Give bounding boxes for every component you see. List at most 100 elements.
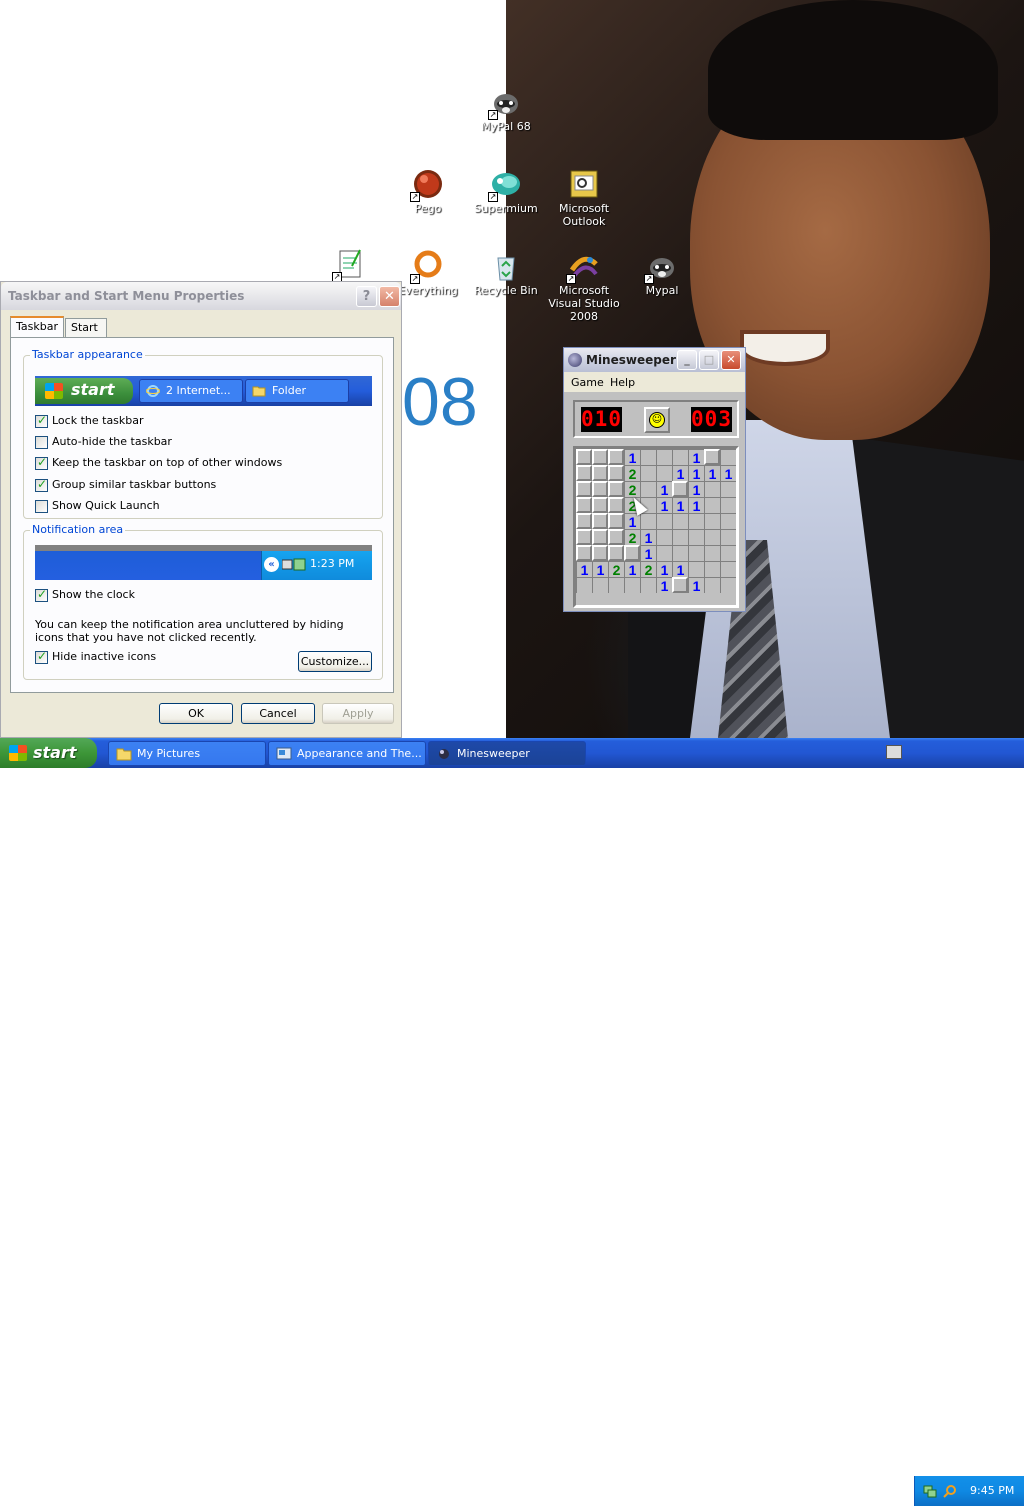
mine-cell-open[interactable] bbox=[704, 529, 720, 545]
mine-cell-open[interactable]: 1 bbox=[624, 561, 640, 578]
mine-cell-covered[interactable] bbox=[608, 529, 624, 545]
mine-cell-open[interactable] bbox=[624, 577, 640, 593]
keep-on-top-checkbox[interactable]: ✓ bbox=[35, 455, 48, 470]
mine-cell-open[interactable] bbox=[640, 465, 656, 481]
mine-cell-covered[interactable] bbox=[576, 465, 592, 481]
maximize-button[interactable]: □ bbox=[699, 350, 719, 370]
mine-cell-covered[interactable] bbox=[592, 497, 608, 513]
mine-cell-open[interactable]: 1 bbox=[640, 545, 656, 562]
minesweeper-titlebar[interactable]: Minesweeper _ □ ✕ bbox=[564, 348, 745, 372]
mine-cell-open[interactable] bbox=[656, 545, 672, 561]
mine-cell-covered[interactable] bbox=[608, 465, 624, 481]
task-button-my-pictures[interactable]: My Pictures bbox=[108, 741, 266, 766]
mine-cell-covered[interactable] bbox=[704, 449, 720, 465]
mine-cell-open[interactable] bbox=[688, 513, 704, 529]
ok-button[interactable]: OK bbox=[159, 703, 233, 724]
mine-cell-open[interactable]: 1 bbox=[688, 497, 704, 514]
keyboard-icon[interactable] bbox=[886, 745, 902, 759]
mine-cell-open[interactable] bbox=[656, 529, 672, 545]
mine-cell-open[interactable] bbox=[640, 481, 656, 497]
auto-hide-checkbox[interactable] bbox=[35, 436, 48, 449]
hide-inactive-checkbox[interactable]: ✓ bbox=[35, 649, 48, 664]
tab-start-menu[interactable]: Start Menu bbox=[65, 318, 108, 352]
mine-cell-open[interactable] bbox=[704, 561, 720, 577]
reset-face-button[interactable]: ☺ bbox=[644, 407, 670, 433]
minimize-button[interactable]: _ bbox=[677, 350, 697, 370]
mine-cell-open[interactable] bbox=[672, 545, 688, 561]
mine-cell-covered[interactable] bbox=[592, 513, 608, 529]
mine-cell-open[interactable]: 2 bbox=[608, 561, 624, 578]
mine-cell-open[interactable] bbox=[592, 577, 608, 593]
mine-cell-open[interactable] bbox=[576, 577, 592, 593]
close-button[interactable]: ✕ bbox=[721, 350, 741, 370]
desktop-icon-supermium[interactable]: ↗ Supermium bbox=[466, 168, 546, 215]
mine-cell-open[interactable]: 1 bbox=[624, 449, 640, 466]
mine-cell-open[interactable]: 1 bbox=[592, 561, 608, 578]
mine-cell-open[interactable]: 1 bbox=[656, 577, 672, 594]
mine-cell-open[interactable]: 1 bbox=[688, 465, 704, 482]
search-icon[interactable] bbox=[943, 1484, 957, 1498]
group-similar-checkbox[interactable]: ✓ bbox=[35, 477, 48, 492]
close-button[interactable]: ✕ bbox=[379, 286, 400, 307]
mine-cell-covered[interactable] bbox=[608, 449, 624, 465]
mine-cell-open[interactable] bbox=[656, 513, 672, 529]
mine-cell-covered[interactable] bbox=[608, 513, 624, 529]
mine-cell-covered[interactable] bbox=[624, 545, 640, 561]
mine-cell-open[interactable] bbox=[720, 545, 736, 561]
mine-cell-covered[interactable] bbox=[592, 481, 608, 497]
tab-taskbar[interactable]: Taskbar bbox=[10, 316, 64, 338]
mine-cell-open[interactable] bbox=[720, 449, 736, 465]
mine-cell-covered[interactable] bbox=[576, 449, 592, 465]
mine-cell-open[interactable] bbox=[656, 449, 672, 465]
mine-cell-covered[interactable] bbox=[672, 481, 688, 497]
desktop-icon-mypal[interactable]: ↗ Mypal bbox=[622, 250, 702, 297]
mine-cell-open[interactable] bbox=[672, 529, 688, 545]
quick-launch-checkbox[interactable] bbox=[35, 500, 48, 513]
mine-cell-covered[interactable] bbox=[576, 497, 592, 513]
mine-cell-covered[interactable] bbox=[576, 529, 592, 545]
mine-cell-open[interactable] bbox=[720, 513, 736, 529]
mine-cell-open[interactable] bbox=[720, 481, 736, 497]
customize-button[interactable]: Customize... bbox=[298, 651, 372, 672]
mine-cell-open[interactable] bbox=[704, 545, 720, 561]
mine-cell-covered[interactable] bbox=[576, 481, 592, 497]
mine-cell-open[interactable]: 2 bbox=[624, 529, 640, 546]
desktop-icon-visual-studio[interactable]: ↗ Microsoft Visual Studio 2008 bbox=[544, 250, 624, 323]
start-button[interactable]: start bbox=[0, 738, 97, 768]
mine-cell-open[interactable]: 1 bbox=[688, 481, 704, 498]
desktop-icon-recycle-bin[interactable]: Recycle Bin bbox=[466, 250, 546, 297]
dialog-titlebar[interactable]: Taskbar and Start Menu Properties ? ✕ bbox=[1, 282, 401, 310]
mine-cell-covered[interactable] bbox=[672, 577, 688, 593]
mine-cell-covered[interactable] bbox=[608, 545, 624, 561]
lock-taskbar-checkbox[interactable]: ✓ bbox=[35, 413, 48, 428]
mine-cell-open[interactable] bbox=[688, 561, 704, 577]
mine-cell-open[interactable] bbox=[608, 577, 624, 593]
mine-cell-open[interactable] bbox=[704, 577, 720, 593]
mine-cell-open[interactable]: 1 bbox=[656, 481, 672, 498]
mine-cell-open[interactable]: 1 bbox=[704, 465, 720, 482]
clock[interactable]: 9:45 PM bbox=[970, 1484, 1014, 1497]
show-clock-checkbox[interactable]: ✓ bbox=[35, 587, 48, 602]
mine-cell-covered[interactable] bbox=[592, 545, 608, 561]
mine-cell-open[interactable] bbox=[640, 449, 656, 465]
mine-cell-open[interactable]: 1 bbox=[672, 561, 688, 578]
mine-cell-open[interactable] bbox=[672, 513, 688, 529]
mine-cell-covered[interactable] bbox=[592, 529, 608, 545]
menu-help[interactable]: Help bbox=[610, 376, 635, 389]
mine-cell-open[interactable]: 1 bbox=[720, 465, 736, 482]
desktop-icon-pego[interactable]: ↗ Pego bbox=[388, 168, 468, 215]
mine-cell-open[interactable] bbox=[688, 529, 704, 545]
mine-cell-covered[interactable] bbox=[592, 449, 608, 465]
mine-cell-open[interactable]: 1 bbox=[672, 465, 688, 482]
desktop-icon-outlook[interactable]: Microsoft Outlook bbox=[544, 168, 624, 228]
mine-cell-open[interactable] bbox=[720, 561, 736, 577]
mine-cell-open[interactable]: 1 bbox=[656, 561, 672, 578]
mine-cell-open[interactable] bbox=[720, 577, 736, 593]
task-button-appearance[interactable]: Appearance and The... bbox=[268, 741, 426, 766]
mine-cell-open[interactable] bbox=[640, 577, 656, 593]
mine-cell-open[interactable]: 1 bbox=[672, 497, 688, 514]
mine-cell-open[interactable] bbox=[640, 513, 656, 529]
mine-cell-open[interactable]: 1 bbox=[640, 529, 656, 546]
mine-cell-open[interactable]: 2 bbox=[640, 561, 656, 578]
mine-cell-open[interactable] bbox=[720, 529, 736, 545]
